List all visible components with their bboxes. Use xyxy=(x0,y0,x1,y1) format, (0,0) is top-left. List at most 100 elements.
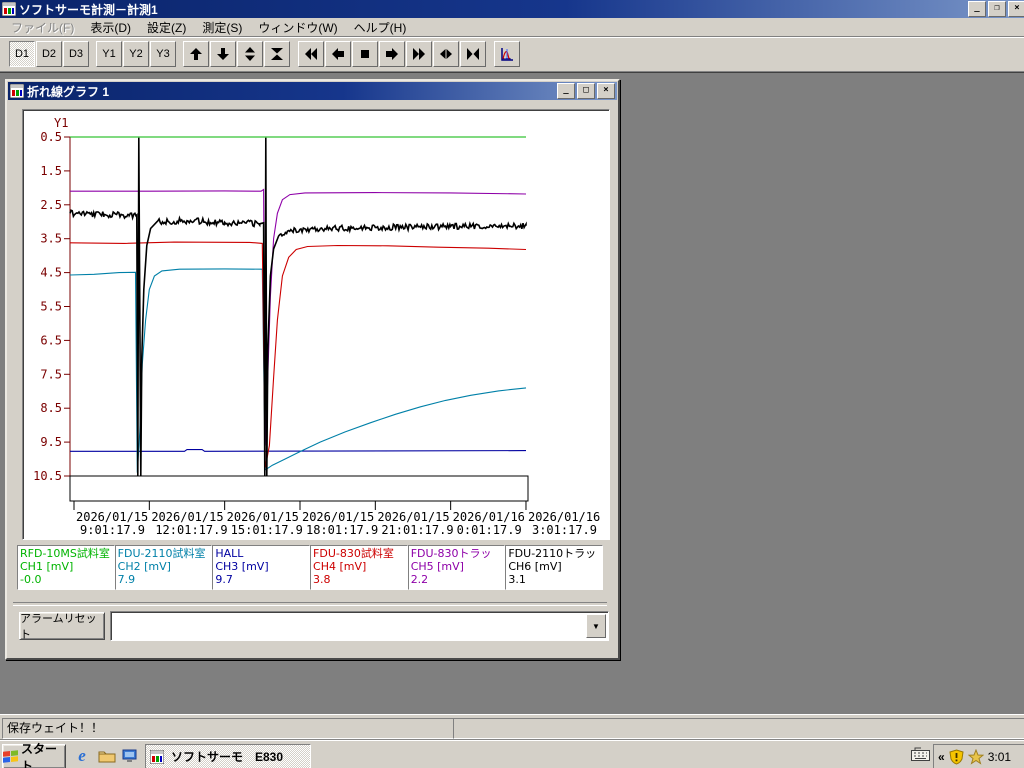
legend-value: -0.0 xyxy=(20,573,42,586)
graph-maximize-button[interactable]: □ xyxy=(577,83,595,99)
x-tick-date: 2026/01/15 xyxy=(76,510,148,524)
toolbar-button-y2[interactable]: Y2 xyxy=(123,41,149,67)
task-label: ソフトサーモ E830 xyxy=(171,750,284,764)
restore-button[interactable]: ❐ xyxy=(988,1,1006,17)
x-tick-date: 2026/01/15 xyxy=(227,510,299,524)
y-tick-label: 4.5 xyxy=(40,266,62,280)
window-title: ソフトサーモ計測－計測1 xyxy=(19,2,158,17)
expand-horizontal-icon xyxy=(440,49,452,59)
y-axis-label: Y1 xyxy=(54,116,68,130)
x-tick-time: 15:01:17.9 xyxy=(231,523,303,537)
keyboard-layout-icon[interactable] xyxy=(911,747,930,764)
alarm-combobox[interactable]: ▼ xyxy=(110,611,609,641)
y-tick-label: 10.5 xyxy=(33,469,62,483)
x-tick-time: 9:01:17.9 xyxy=(80,523,145,537)
desktop-icon[interactable] xyxy=(120,746,140,766)
main-title-bar: ソフトサーモ計測－計測1 _ ❐ × xyxy=(0,0,1024,18)
toolbar-button-rewind[interactable] xyxy=(298,41,324,67)
legend-channel: CH3 [mV] xyxy=(215,560,269,573)
start-button[interactable]: スタート xyxy=(2,742,66,768)
menu-item-5[interactable]: ヘルプ(H) xyxy=(349,18,412,37)
rewind-icon xyxy=(305,48,317,60)
tray-expand-chevron[interactable]: « xyxy=(938,750,945,764)
legend-channel: CH5 [mV] xyxy=(410,560,464,573)
y-tick-label: 7.5 xyxy=(40,367,62,381)
combobox-dropdown-button[interactable]: ▼ xyxy=(586,614,606,638)
legend-value: 9.7 xyxy=(215,573,233,586)
expand-vertical-icon xyxy=(245,47,255,61)
toolbar-button-graph-setting[interactable] xyxy=(494,41,520,67)
toolbar-button-stop[interactable] xyxy=(352,41,378,67)
toolbar-button-step-left[interactable] xyxy=(325,41,351,67)
toolbar-button-step-right[interactable] xyxy=(379,41,405,67)
graph-window-title: 折れ線グラフ 1 xyxy=(27,84,110,99)
legend-source: HALL xyxy=(215,547,244,560)
clock: 3:01 xyxy=(987,749,1012,764)
separator xyxy=(13,602,607,606)
toolbar-button-d2[interactable]: D2 xyxy=(36,41,62,67)
legend-source: FDU-830試料室 xyxy=(313,547,394,560)
toolbar-button-d3[interactable]: D3 xyxy=(63,41,89,67)
legend-cell-ch2: FDU-2110試料室 CH2 [mV] 7.9 xyxy=(114,545,213,590)
legend-value: 7.9 xyxy=(117,573,136,586)
legend-channel: CH4 [mV] xyxy=(313,560,367,573)
alarm-reset-button[interactable]: アラームリセット xyxy=(19,612,105,641)
toolbar-button-y3[interactable]: Y3 xyxy=(150,41,176,67)
toolbar-button-expand-vertical[interactable] xyxy=(237,41,263,67)
x-tick-time: 12:01:17.9 xyxy=(155,523,227,537)
menu-item-2[interactable]: 設定(Z) xyxy=(142,18,191,37)
toolbar-button-expand-horizontal[interactable] xyxy=(433,41,459,67)
toolbar-button-scroll-up[interactable] xyxy=(183,41,209,67)
legend-channel: CH2 [mV] xyxy=(117,560,171,573)
chart-panel: Y1 0.5 1.5 2.5 3.5 4.5 5.5 6.5 7.5 8.5 9.5 10.5 2026… xyxy=(22,109,610,540)
close-button[interactable]: × xyxy=(1008,1,1024,17)
toolbar: D1 D2 D3 Y1 Y2 Y3 xyxy=(0,37,1024,72)
legend-value: 2.2 xyxy=(410,573,429,586)
toolbar-button-y1[interactable]: Y1 xyxy=(96,41,122,67)
legend-cell-ch5: FDU-830トラッ CH5 [mV] 2.2 xyxy=(407,545,506,590)
graph-minimize-button[interactable]: _ xyxy=(557,83,575,99)
x-tick-time: 21:01:17.9 xyxy=(381,523,453,537)
legend-cell-ch1: RFD-10MS試料室 CH1 [mV] -0.0 xyxy=(17,545,115,590)
scroll-down-icon xyxy=(217,48,229,60)
y-tick-label: 6.5 xyxy=(40,333,62,347)
legend-cell-ch3: HALL CH3 [mV] 9.7 xyxy=(212,545,311,590)
step-left-icon xyxy=(332,48,344,60)
alarm-reset-label: アラームリセット xyxy=(20,613,97,641)
graph-close-button[interactable]: × xyxy=(597,83,615,99)
graph-window-icon xyxy=(10,84,24,98)
menu-item-3[interactable]: 測定(S) xyxy=(197,18,247,37)
toolbar-button-scroll-down[interactable] xyxy=(210,41,236,67)
x-tick-date: 2026/01/15 xyxy=(377,510,449,524)
series-ch6 xyxy=(69,137,527,477)
status-bar: 保存ウェイト！！ xyxy=(0,714,1024,739)
internet-explorer-icon[interactable]: e xyxy=(72,746,92,766)
x-tick-time: 18:01:17.9 xyxy=(306,523,378,537)
toolbar-button-fast-forward[interactable] xyxy=(406,41,432,67)
fast-forward-icon xyxy=(413,48,425,60)
legend-value: 3.8 xyxy=(313,573,331,586)
folder-icon[interactable] xyxy=(97,746,117,766)
menu-item-1[interactable]: 表示(D) xyxy=(85,18,136,37)
alarm-combobox-value[interactable] xyxy=(113,614,587,638)
legend-source: FDU-2110トラッ xyxy=(508,547,597,560)
legend-source: FDU-830トラッ xyxy=(410,547,492,560)
toolbar-button-compress-horizontal[interactable] xyxy=(460,41,486,67)
legend-source: RFD-10MS試料室 xyxy=(20,547,110,560)
menu-item-4[interactable]: ウィンドウ(W) xyxy=(253,18,342,37)
legend-channel: CH1 [mV] xyxy=(20,560,74,573)
start-label: スタート xyxy=(21,741,58,768)
mdi-area: 折れ線グラフ 1 _ □ × Y1 0.5 1.5 2.5 3.5 4.5 5.5 6.5 7.… xyxy=(0,72,1024,715)
toolbar-button-compress-vertical[interactable] xyxy=(264,41,290,67)
toolbar-button-d1[interactable]: D1 xyxy=(9,41,35,67)
compress-vertical-icon xyxy=(271,48,283,60)
menu-item-0: ファイル(F) xyxy=(11,20,75,35)
x-tick-date: 2026/01/15 xyxy=(151,510,223,524)
taskbar-task-button[interactable]: ソフトサーモ E830 xyxy=(145,744,311,768)
y-tick-label: 1.5 xyxy=(40,164,62,178)
y-tick-label: 5.5 xyxy=(40,300,62,314)
minimize-button[interactable]: _ xyxy=(968,1,986,17)
security-shield-icon[interactable] xyxy=(949,748,964,765)
chevron-down-icon: ▼ xyxy=(592,621,600,631)
star-icon[interactable] xyxy=(967,748,984,765)
